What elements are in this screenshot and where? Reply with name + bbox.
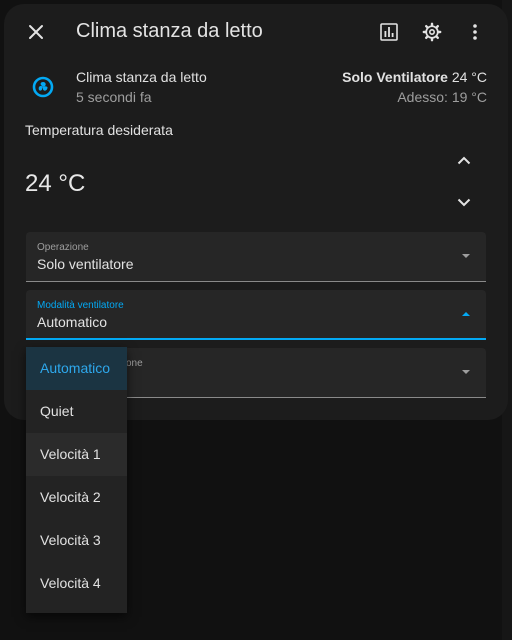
menu-item-label: Velocità 1 — [40, 446, 101, 462]
operation-value: Solo ventilatore — [37, 256, 134, 272]
fan-mode-select[interactable]: Modalità ventilatore Automatico — [26, 290, 486, 340]
operation-label: Operazione — [37, 242, 89, 253]
fan-icon — [30, 74, 56, 100]
temperature-down-button[interactable] — [444, 183, 484, 223]
close-icon — [29, 25, 43, 39]
swing-mode-label: one — [126, 358, 143, 369]
fan-mode-value: Automatico — [37, 314, 108, 330]
temperature-up-button[interactable] — [444, 140, 484, 180]
history-button[interactable] — [369, 12, 409, 52]
dropdown-arrow-up-icon — [462, 312, 470, 316]
menu-item-velocita-3[interactable]: Velocità 3 — [26, 519, 127, 562]
menu-item-velocita-2[interactable]: Velocità 2 — [26, 476, 127, 519]
menu-item-automatico[interactable]: Automatico — [26, 347, 127, 390]
menu-item-label: Velocità 4 — [40, 575, 101, 591]
fan-mode-menu: Automatico Quiet Velocità 1 Velocità 2 V… — [26, 347, 127, 613]
current-temperature: Adesso: 19 °C — [397, 89, 487, 105]
entity-state: Solo Ventilatore 24 °C — [342, 69, 487, 85]
chevron-up-icon — [457, 156, 471, 165]
dialog-header: Clima stanza da letto — [4, 4, 508, 60]
settings-button[interactable] — [412, 12, 452, 52]
menu-item-label: Velocità 2 — [40, 489, 101, 505]
operation-select[interactable]: Operazione Solo ventilatore — [26, 232, 486, 282]
more-options-button[interactable] — [455, 12, 495, 52]
menu-item-label: Velocità 3 — [40, 532, 101, 548]
chevron-down-icon — [457, 198, 471, 207]
chart-icon — [380, 23, 398, 41]
state-mode: Solo Ventilatore — [342, 69, 448, 85]
target-temperature-label: Temperatura desiderata — [25, 122, 173, 138]
entity-name: Clima stanza da letto — [76, 69, 207, 85]
dialog-title: Clima stanza da letto — [76, 20, 263, 42]
gear-icon — [422, 22, 442, 42]
dropdown-arrow-icon — [462, 370, 470, 374]
menu-item-label: Automatico — [40, 360, 111, 376]
state-temperature: 24 °C — [447, 69, 487, 85]
menu-item-velocita-4[interactable]: Velocità 4 — [26, 562, 127, 605]
menu-item-quiet[interactable]: Quiet — [26, 390, 127, 433]
dropdown-arrow-icon — [462, 254, 470, 258]
target-temperature-value: 24 °C — [25, 170, 86, 197]
menu-item-label: Quiet — [40, 403, 74, 419]
fan-mode-label: Modalità ventilatore — [37, 300, 124, 311]
close-button[interactable] — [16, 12, 56, 52]
entity-last-changed: 5 secondi fa — [76, 89, 152, 105]
dots-vertical-icon — [473, 24, 477, 40]
menu-item-velocita-1[interactable]: Velocità 1 — [26, 433, 127, 476]
